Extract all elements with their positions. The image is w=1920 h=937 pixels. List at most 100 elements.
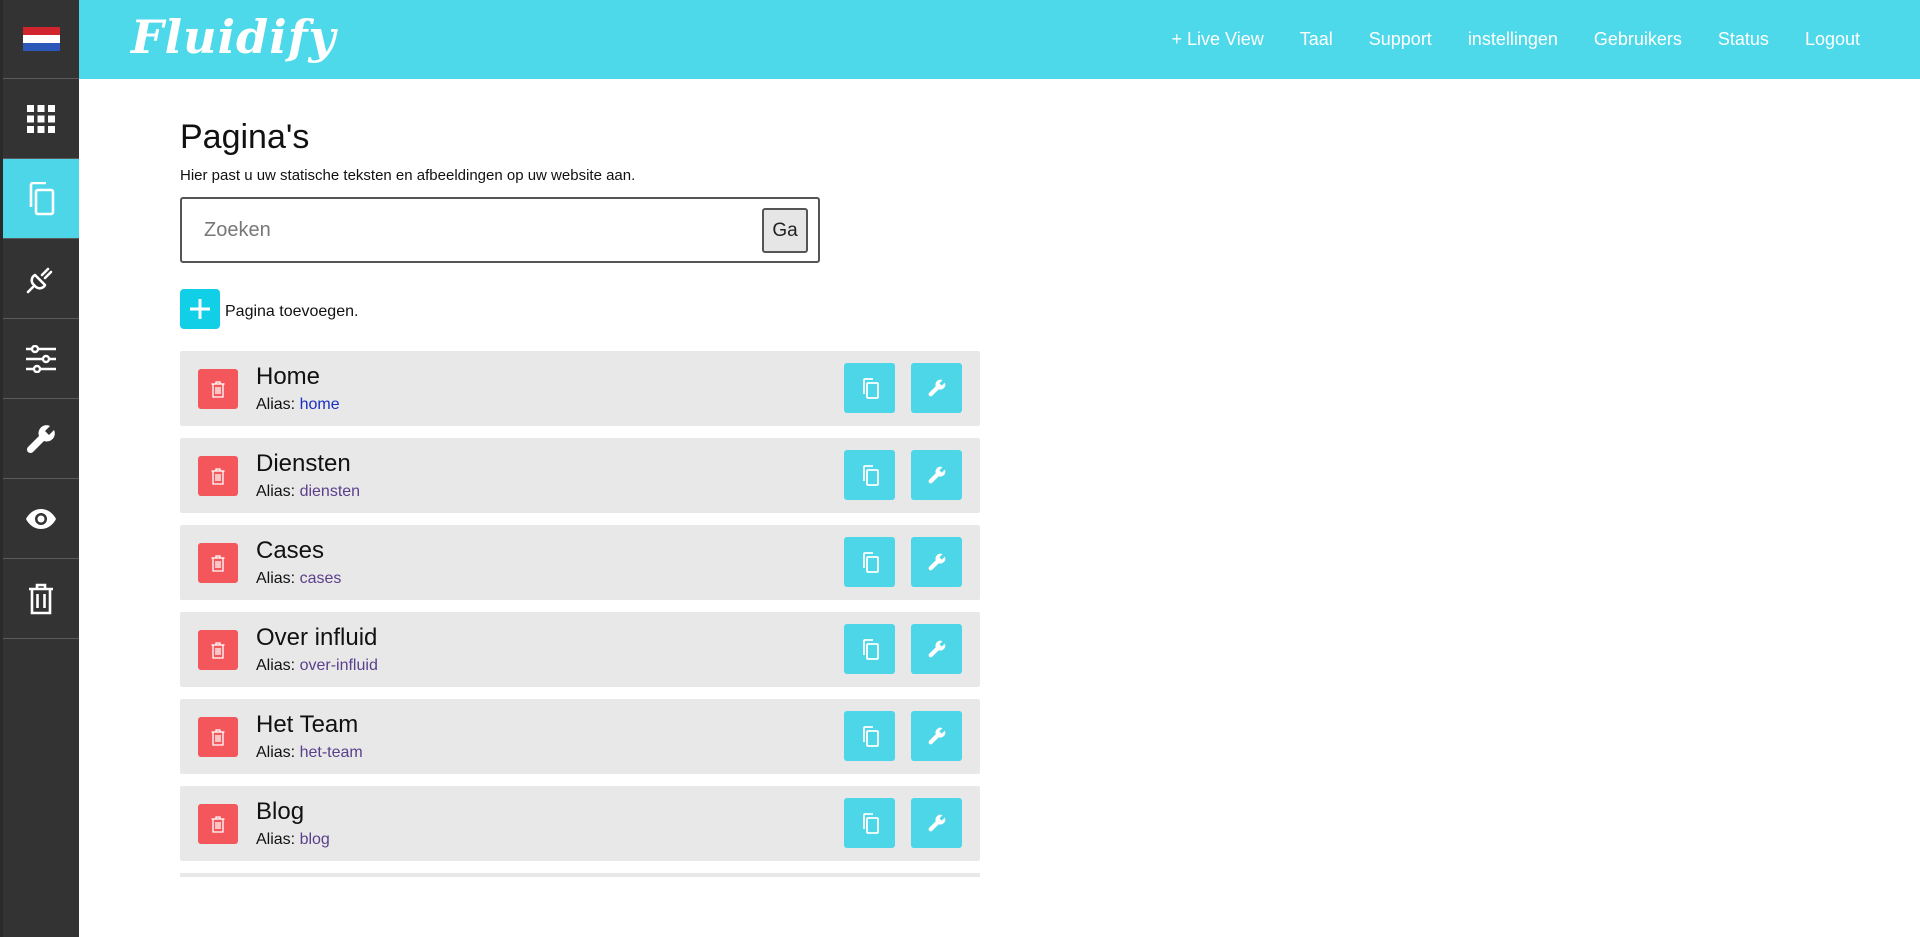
edit-page-button[interactable] [911, 624, 962, 674]
list-item: Cases Alias: cases [180, 525, 980, 600]
add-page-label: Pagina toevoegen. [225, 303, 359, 320]
delete-page-button[interactable] [198, 369, 238, 409]
page-name: Diensten [256, 450, 351, 477]
alias-label: Alias: [256, 570, 296, 587]
fluidify-logo[interactable]: Fluidify [131, 10, 336, 64]
alias-link[interactable]: home [300, 396, 340, 413]
page-alias: Alias: home [256, 396, 340, 414]
sidebar-item-tools[interactable] [3, 399, 79, 479]
copy-icon [862, 464, 879, 486]
list-item: Over influid Alias: over-influid [180, 612, 980, 687]
pages-copy-icon [29, 181, 55, 215]
main-content: Pagina's Hier past u uw statische tekste… [180, 118, 980, 877]
delete-page-button[interactable] [198, 630, 238, 670]
trash-icon [211, 641, 225, 659]
alias-label: Alias: [256, 657, 296, 674]
delete-page-button[interactable] [198, 456, 238, 496]
edit-page-button[interactable] [911, 450, 962, 500]
wrench-icon [928, 466, 945, 484]
copy-icon [862, 812, 879, 834]
list-item: Blog Alias: blog [180, 786, 980, 861]
nav-support[interactable]: Support [1369, 29, 1432, 50]
trash-icon [211, 467, 225, 485]
page-alias: Alias: diensten [256, 483, 360, 501]
sidebar-item-trash[interactable] [3, 559, 79, 639]
nav-logout[interactable]: Logout [1805, 29, 1860, 50]
nav-instellingen[interactable]: instellingen [1468, 29, 1558, 50]
copy-icon [862, 725, 879, 747]
delete-page-button[interactable] [198, 804, 238, 844]
top-nav: + Live View Taal Support instellingen Ge… [1172, 0, 1861, 79]
duplicate-page-button[interactable] [844, 798, 895, 848]
sidebar-item-plugins[interactable] [3, 239, 79, 319]
nav-gebruikers[interactable]: Gebruikers [1594, 29, 1682, 50]
page-name: Home [256, 363, 321, 390]
wrench-icon [26, 424, 55, 453]
alias-link[interactable]: blog [300, 831, 330, 848]
page-name: Over influid [256, 624, 378, 651]
nav-status[interactable]: Status [1718, 29, 1769, 50]
duplicate-page-button[interactable] [844, 711, 895, 761]
netherlands-flag-icon [22, 26, 60, 52]
page-title: Pagina's [180, 118, 310, 156]
trash-icon [29, 583, 53, 614]
page-subtitle: Hier past u uw statische teksten en afbe… [180, 167, 636, 184]
sidebar [0, 0, 79, 937]
top-bar: Fluidify + Live View Taal Support instel… [79, 0, 1920, 79]
duplicate-page-button[interactable] [844, 537, 895, 587]
alias-link[interactable]: over-influid [300, 657, 378, 674]
wrench-icon [928, 640, 945, 658]
sliders-icon [26, 344, 56, 373]
add-page-button[interactable] [180, 289, 220, 329]
trash-icon [211, 728, 225, 746]
page-alias: Alias: het-team [256, 744, 363, 762]
alias-label: Alias: [256, 483, 296, 500]
alias-link[interactable]: diensten [300, 483, 361, 500]
duplicate-page-button[interactable] [844, 450, 895, 500]
alias-label: Alias: [256, 396, 296, 413]
duplicate-page-button[interactable] [844, 624, 895, 674]
search-box: Ga [180, 197, 820, 263]
sidebar-item-pages[interactable] [3, 159, 79, 239]
search-input[interactable] [204, 215, 724, 245]
trash-icon [211, 380, 225, 398]
edit-page-button[interactable] [911, 363, 962, 413]
delete-page-button[interactable] [198, 717, 238, 757]
page-alias: Alias: blog [256, 831, 330, 849]
plug-icon [26, 267, 53, 293]
trash-icon [211, 554, 225, 572]
page-alias: Alias: cases [256, 570, 341, 588]
list-item: Het Team Alias: het-team [180, 699, 980, 774]
sidebar-item-preview[interactable] [3, 479, 79, 559]
edit-page-button[interactable] [911, 537, 962, 587]
wrench-icon [928, 814, 945, 832]
list-item: Diensten Alias: diensten [180, 438, 980, 513]
list-item: Home Alias: home [180, 351, 980, 426]
duplicate-page-button[interactable] [844, 363, 895, 413]
alias-link[interactable]: het-team [300, 744, 363, 761]
wrench-icon [928, 553, 945, 571]
language-flag-button[interactable] [3, 0, 79, 79]
nav-taal[interactable]: Taal [1300, 29, 1333, 50]
page-name: Cases [256, 537, 325, 564]
alias-link[interactable]: cases [300, 570, 342, 587]
plus-icon [190, 299, 210, 319]
copy-icon [862, 551, 879, 573]
wrench-icon [928, 727, 945, 745]
alias-label: Alias: [256, 831, 296, 848]
page-name: Het Team [256, 711, 359, 738]
delete-page-button[interactable] [198, 543, 238, 583]
page-name: Blog [256, 798, 305, 825]
eye-icon [26, 508, 56, 529]
page-alias: Alias: over-influid [256, 657, 378, 675]
sidebar-item-settings[interactable] [3, 319, 79, 399]
edit-page-button[interactable] [911, 798, 962, 848]
nav-live-view[interactable]: + Live View [1172, 29, 1264, 50]
edit-page-button[interactable] [911, 711, 962, 761]
sidebar-item-dashboard[interactable] [3, 79, 79, 159]
grid-icon [27, 104, 55, 133]
copy-icon [862, 638, 879, 660]
list-item-partial [180, 873, 980, 877]
trash-icon [211, 815, 225, 833]
search-go-button[interactable]: Ga [762, 208, 808, 253]
